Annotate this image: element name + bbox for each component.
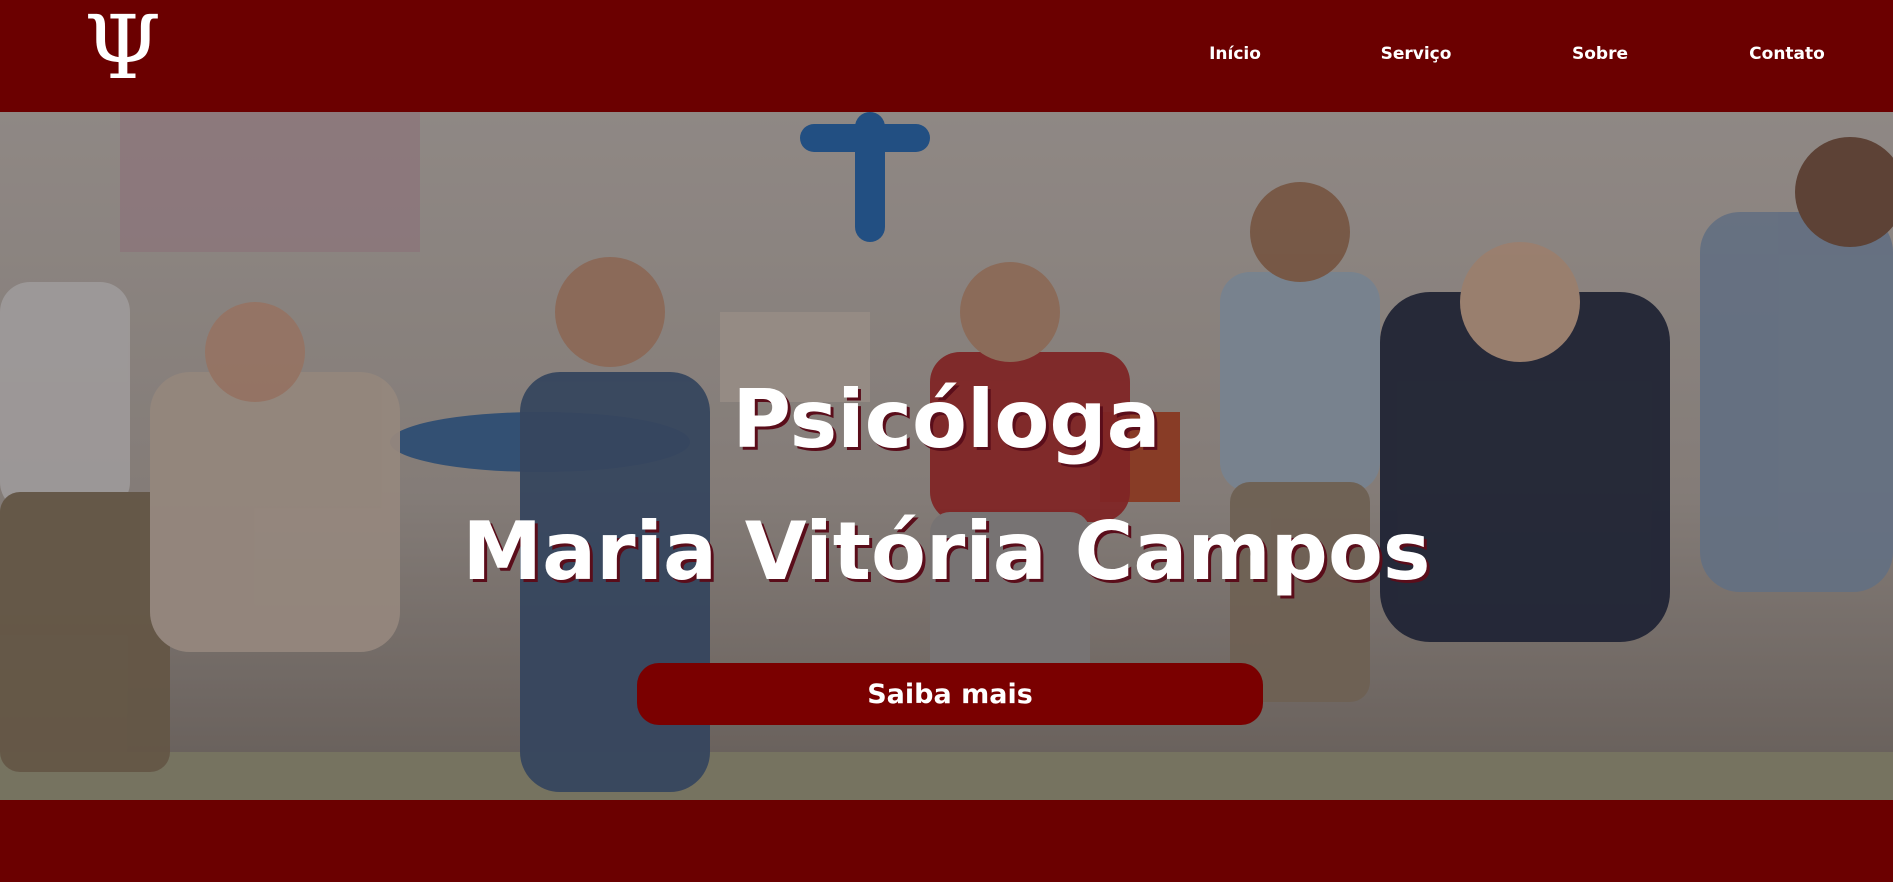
saiba-mais-button[interactable]: Saiba mais [637, 663, 1263, 725]
psi-logo-icon[interactable]: Ψ [84, 4, 161, 92]
site-header: Ψ Início Serviço Sobre Contato [0, 0, 1893, 112]
nav-link-servico[interactable]: Serviço [1381, 44, 1452, 64]
hero-title-line1: Psicóloga [732, 373, 1161, 466]
nav-link-sobre[interactable]: Sobre [1572, 44, 1628, 64]
hero-title-line2: Maria Vitória Campos [462, 505, 1431, 598]
nav-link-inicio[interactable]: Início [1209, 44, 1261, 64]
nav-link-contato[interactable]: Contato [1749, 44, 1825, 64]
footer-bar [0, 800, 1893, 882]
hero-section: Psicóloga Maria Vitória Campos Saiba mai… [0, 112, 1893, 800]
